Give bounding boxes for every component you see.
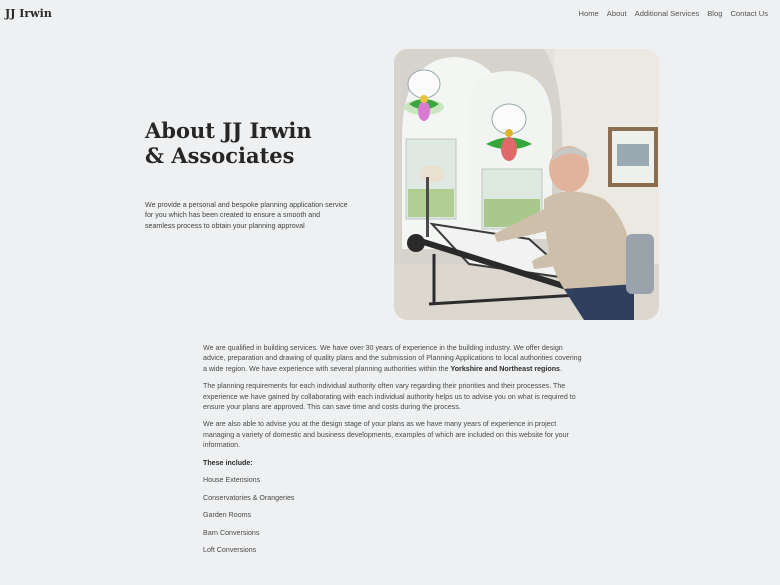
nav-about[interactable]: About — [607, 9, 627, 18]
service-item: House Extensions — [203, 476, 261, 485]
main-nav: Home About Additional Services Blog Cont… — [579, 9, 768, 18]
service-item: Loft Conversions — [203, 546, 257, 555]
planning-requirements-paragraph: The planning requirements for each indiv… — [203, 382, 576, 412]
design-stage-paragraph: We are also able to advise you at the de… — [203, 420, 569, 450]
nav-blog[interactable]: Blog — [707, 9, 722, 18]
services-list-heading: These include: — [203, 458, 253, 467]
nav-home[interactable]: Home — [579, 9, 599, 18]
hero-subtitle: We provide a personal and bespoke planni… — [145, 201, 348, 230]
service-item: Conservatories & Orangeries — [203, 493, 295, 502]
site-logo-text[interactable]: JJ Irwin — [5, 7, 52, 20]
service-item: Garden Rooms — [203, 511, 252, 520]
page-title: About JJ Irwin & Associates — [145, 118, 312, 168]
intro-paragraph: We are qualified in building services. W… — [203, 343, 583, 374]
regions-highlight: Yorkshire and Northeast regions — [450, 364, 560, 373]
nav-additional-services[interactable]: Additional Services — [635, 9, 700, 18]
service-item: Barn Conversions — [203, 528, 260, 537]
nav-contact-us[interactable]: Contact Us — [730, 9, 768, 18]
about-content: We are qualified in building services. W… — [203, 343, 583, 563]
architect-at-drafting-table-photo — [394, 49, 659, 320]
intro-text-end: . — [559, 364, 562, 373]
